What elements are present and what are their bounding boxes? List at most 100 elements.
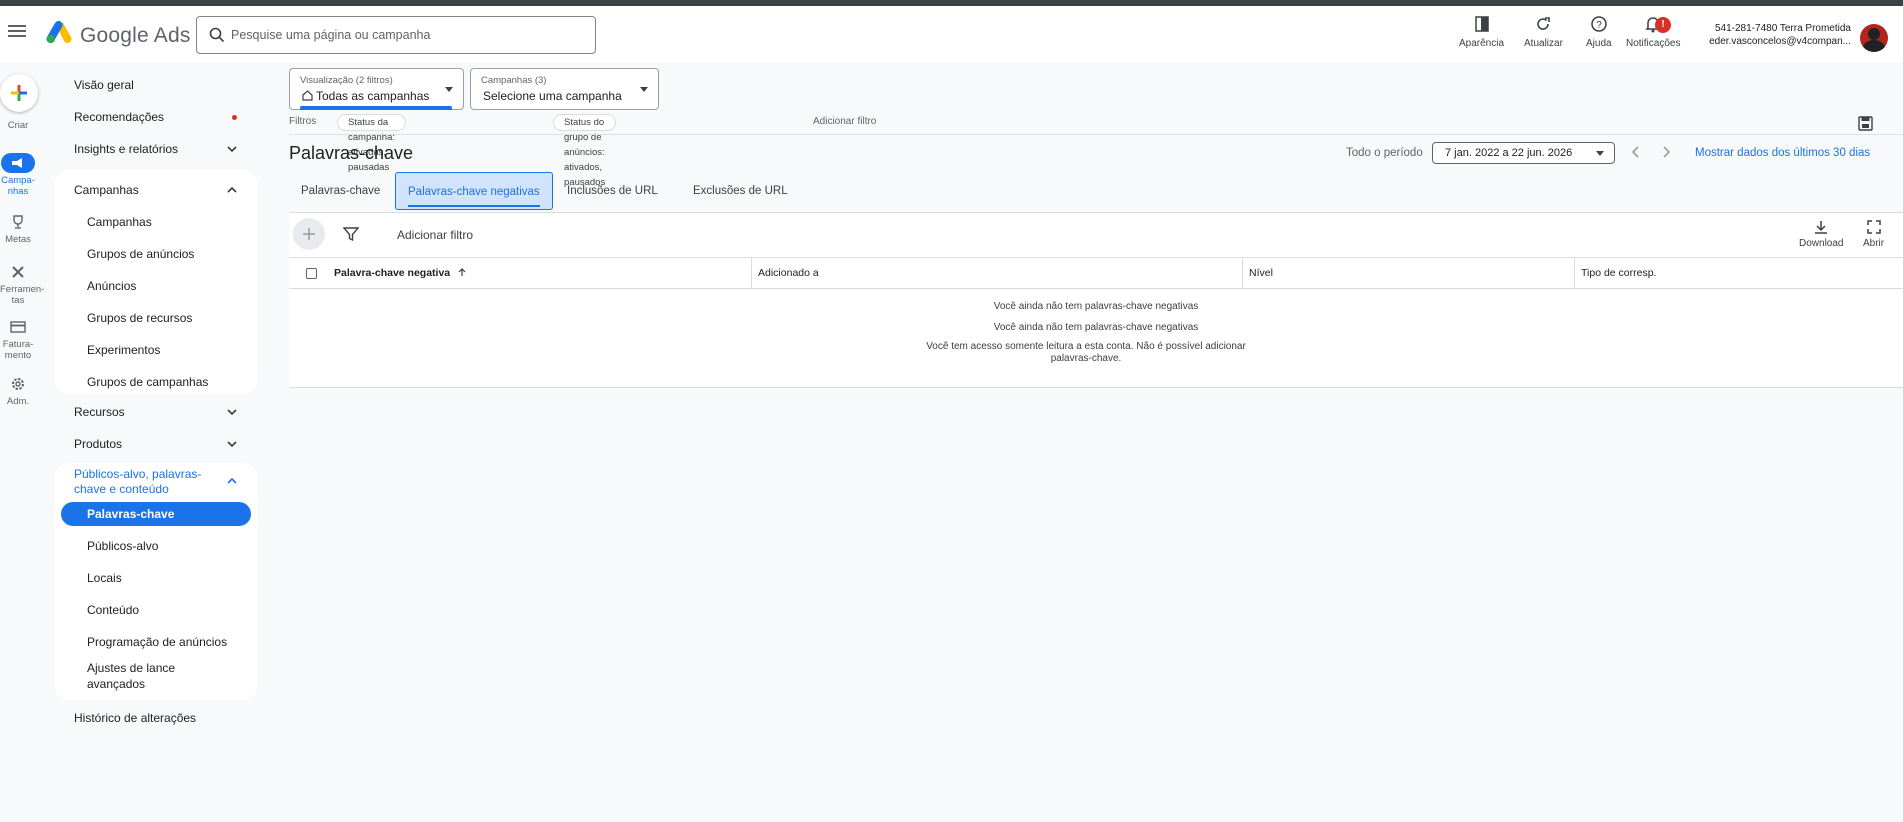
caret-down-icon: [445, 87, 453, 92]
last-30-days-link[interactable]: Mostrar dados dos últimos 30 dias: [1695, 147, 1870, 159]
divider: [289, 134, 1903, 135]
nav-campaigns-group[interactable]: Campanhas: [55, 174, 257, 206]
rail-campaigns-label: Campa- nhas: [1, 175, 35, 197]
nav-sub-ad-schedule[interactable]: Programação de anúncios: [61, 630, 251, 654]
nav-sub-keywords[interactable]: Palavras-chave: [61, 502, 251, 526]
nav-audiences-group-label: Públicos-alvo, palavras-chave e conteúdo: [74, 467, 202, 496]
rail-billing-label: Fatura- mento: [2, 339, 34, 361]
nav-resources-label: Recursos: [74, 405, 125, 419]
tab-negative-keywords[interactable]: Palavras-chave negativas: [395, 172, 553, 210]
tab-url-inclusions[interactable]: Inclusões de URL: [555, 172, 670, 210]
rail-admin-label: Adm.: [6, 396, 30, 407]
notifications-label: Notificações: [1626, 38, 1681, 49]
search-input[interactable]: [231, 25, 581, 45]
table-add-filter[interactable]: Adicionar filtro: [397, 228, 473, 242]
nav-recommendations[interactable]: Recomendações: [55, 101, 257, 133]
period-label: Todo o período: [1346, 147, 1423, 159]
rail-goals-label: Metas: [5, 234, 31, 245]
account-email: eder.vasconcelos@v4compan...: [1709, 36, 1851, 47]
nav-sub-ads[interactable]: Anúncios: [61, 274, 251, 298]
campaign-selector-label: Campanhas (3): [481, 75, 547, 86]
nav-audiences-group[interactable]: Públicos-alvo, palavras-chave e conteúdo: [55, 465, 257, 501]
column-negative-keyword[interactable]: Palavra-chave negativa: [328, 258, 752, 289]
table-header: Palavra-chave negativa Adicionado a Níve…: [289, 257, 1903, 289]
column-level[interactable]: Nível: [1243, 258, 1575, 289]
account-info[interactable]: 541-281-7480 Terra Prometida eder.vascon…: [1709, 22, 1851, 48]
notification-badge: !: [1655, 17, 1671, 33]
campaign-selector[interactable]: Campanhas (3) Selecione uma campanha: [470, 68, 659, 110]
chevron-right-icon[interactable]: [1659, 144, 1673, 160]
nav-sub-campaigns[interactable]: Campanhas: [61, 210, 251, 234]
plus-icon: [11, 85, 27, 101]
view-selector-text: Todas as campanhas: [316, 89, 430, 103]
filter-chip-campaign-status[interactable]: Status da campanha: ativadas, pausadas: [337, 114, 407, 173]
help-label: Ajuda: [1586, 38, 1612, 49]
nav-sub-experiments[interactable]: Experimentos: [61, 338, 251, 362]
add-filter-link[interactable]: Adicionar filtro: [813, 116, 876, 127]
selected-indicator: [300, 106, 452, 110]
add-button[interactable]: [293, 218, 325, 250]
nav-sub-campaign-groups[interactable]: Grupos de campanhas: [61, 370, 251, 394]
nav-products[interactable]: Produtos: [55, 428, 257, 460]
brand-name: Google Ads: [80, 24, 191, 47]
menu-icon[interactable]: [8, 22, 26, 40]
nav-resources[interactable]: Recursos: [55, 396, 257, 428]
rail-tools[interactable]: Ferramen- tas: [0, 262, 44, 306]
rail-admin[interactable]: Adm.: [0, 374, 36, 407]
account-id: 541-281-7480 Terra Prometida: [1714, 23, 1851, 34]
nav-sub-locations[interactable]: Locais: [61, 566, 251, 590]
filter-chip-adgroup-status[interactable]: Status do grupo de anúncios: ativados, p…: [553, 114, 617, 188]
keyword-tabs: Palavras-chave Palavras-chave negativas …: [289, 172, 1903, 212]
svg-text:?: ?: [1596, 20, 1602, 31]
create-button[interactable]: [0, 74, 38, 112]
nav-insights-label: Insights e relatórios: [74, 142, 179, 156]
search-box[interactable]: [196, 16, 596, 54]
campaign-selector-value: Selecione uma campanha: [483, 89, 622, 103]
tab-keywords[interactable]: Palavras-chave: [289, 172, 392, 210]
notifications-button[interactable]: Notificações: [1626, 14, 1680, 49]
nav-sub-audiences[interactable]: Públicos-alvo: [61, 534, 251, 558]
nav-sub-asset-groups[interactable]: Grupos de recursos: [61, 306, 251, 330]
tab-url-exclusions[interactable]: Exclusões de URL: [681, 172, 800, 210]
top-bar: Google Ads Aparência Atualizar ? Ajuda N…: [0, 6, 1903, 62]
help-button[interactable]: ? Ajuda: [1586, 14, 1612, 49]
nav-insights[interactable]: Insights e relatórios: [55, 133, 257, 165]
appearance-button[interactable]: Aparência: [1459, 14, 1504, 49]
home-icon: [302, 90, 313, 101]
expand-button[interactable]: Abrir: [1863, 219, 1884, 249]
rail-billing[interactable]: Fatura- mento: [0, 317, 36, 361]
filter-icon[interactable]: [343, 226, 359, 242]
expand-label: Abrir: [1863, 238, 1885, 249]
column-match-type[interactable]: Tipo de corresp.: [1575, 258, 1903, 289]
caret-down-icon: [1596, 151, 1604, 156]
nav-sub-advanced-bid[interactable]: Ajustes de lance avançados: [61, 659, 251, 693]
nav-products-label: Produtos: [74, 437, 123, 451]
plus-icon: [303, 228, 315, 240]
nav-sub-content[interactable]: Conteúdo: [61, 598, 251, 622]
nav-overview[interactable]: Visão geral: [55, 69, 257, 101]
search-icon: [209, 27, 225, 43]
read-only-notice: Você tem acesso somente leitura a esta c…: [926, 341, 1246, 364]
column-added-to[interactable]: Adicionado a: [752, 258, 1243, 289]
view-selector[interactable]: Visualização (2 filtros) Todas as campan…: [289, 68, 464, 110]
chevron-down-icon: [227, 409, 237, 416]
negative-keywords-table: Adicionar filtro Download Abrir Palavra-…: [289, 213, 1903, 388]
select-all-checkbox[interactable]: [306, 268, 317, 279]
view-selector-label: Visualização (2 filtros): [300, 75, 393, 86]
audiences-group: Públicos-alvo, palavras-chave e conteúdo…: [55, 463, 257, 700]
date-range-picker[interactable]: 7 jan. 2022 a 22 jun. 2026: [1432, 142, 1615, 164]
credit-card-icon: [10, 321, 26, 333]
save-icon[interactable]: [1858, 116, 1873, 131]
avatar[interactable]: [1860, 24, 1888, 52]
nav-change-history[interactable]: Histórico de alterações: [55, 702, 257, 734]
rail-campaigns[interactable]: Campa- nhas: [0, 153, 36, 197]
rail-goals[interactable]: Metas: [0, 212, 36, 245]
create-label: Criar: [7, 120, 29, 131]
tools-icon: [12, 266, 24, 278]
download-button[interactable]: Download: [1799, 219, 1843, 249]
refresh-button[interactable]: Atualizar: [1524, 14, 1563, 49]
trophy-icon: [13, 215, 23, 229]
chevron-down-icon: [227, 146, 237, 153]
chevron-left-icon[interactable]: [1629, 144, 1643, 160]
nav-sub-ad-groups[interactable]: Grupos de anúncios: [61, 242, 251, 266]
